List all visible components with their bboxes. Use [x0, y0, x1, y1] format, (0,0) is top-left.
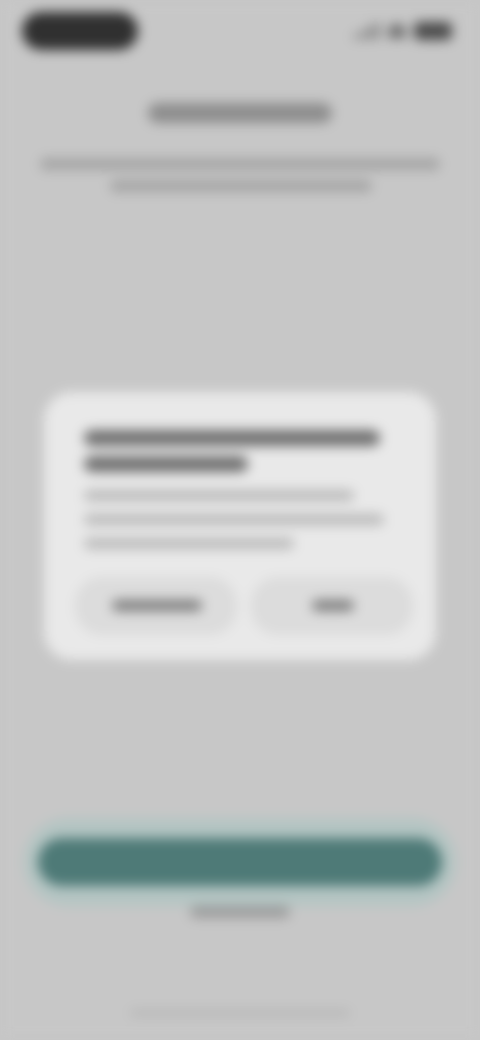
dialog-body-line-1 [84, 490, 354, 501]
status-time-pill [22, 12, 138, 50]
permission-dialog [44, 392, 436, 660]
signal-icon [354, 23, 380, 39]
continue-button[interactable] [38, 838, 442, 886]
dialog-body-line-3 [84, 538, 294, 549]
blurred-screen [0, 0, 480, 1040]
dialog-primary-button-label [312, 600, 354, 611]
page-subtitle-line-2 [110, 180, 372, 192]
page-title [148, 103, 332, 123]
home-indicator [130, 1010, 350, 1016]
dialog-title-line-1 [84, 430, 380, 446]
battery-icon [414, 22, 452, 40]
wifi-icon [388, 24, 406, 38]
page-subtitle-line-1 [40, 158, 440, 170]
dialog-primary-button[interactable] [252, 578, 412, 634]
secondary-link[interactable] [190, 906, 290, 918]
dialog-secondary-button[interactable] [76, 578, 236, 634]
dialog-title-line-2 [84, 456, 248, 472]
status-indicators [354, 18, 452, 44]
dialog-secondary-button-label [112, 600, 202, 611]
dialog-body-line-2 [84, 514, 384, 525]
